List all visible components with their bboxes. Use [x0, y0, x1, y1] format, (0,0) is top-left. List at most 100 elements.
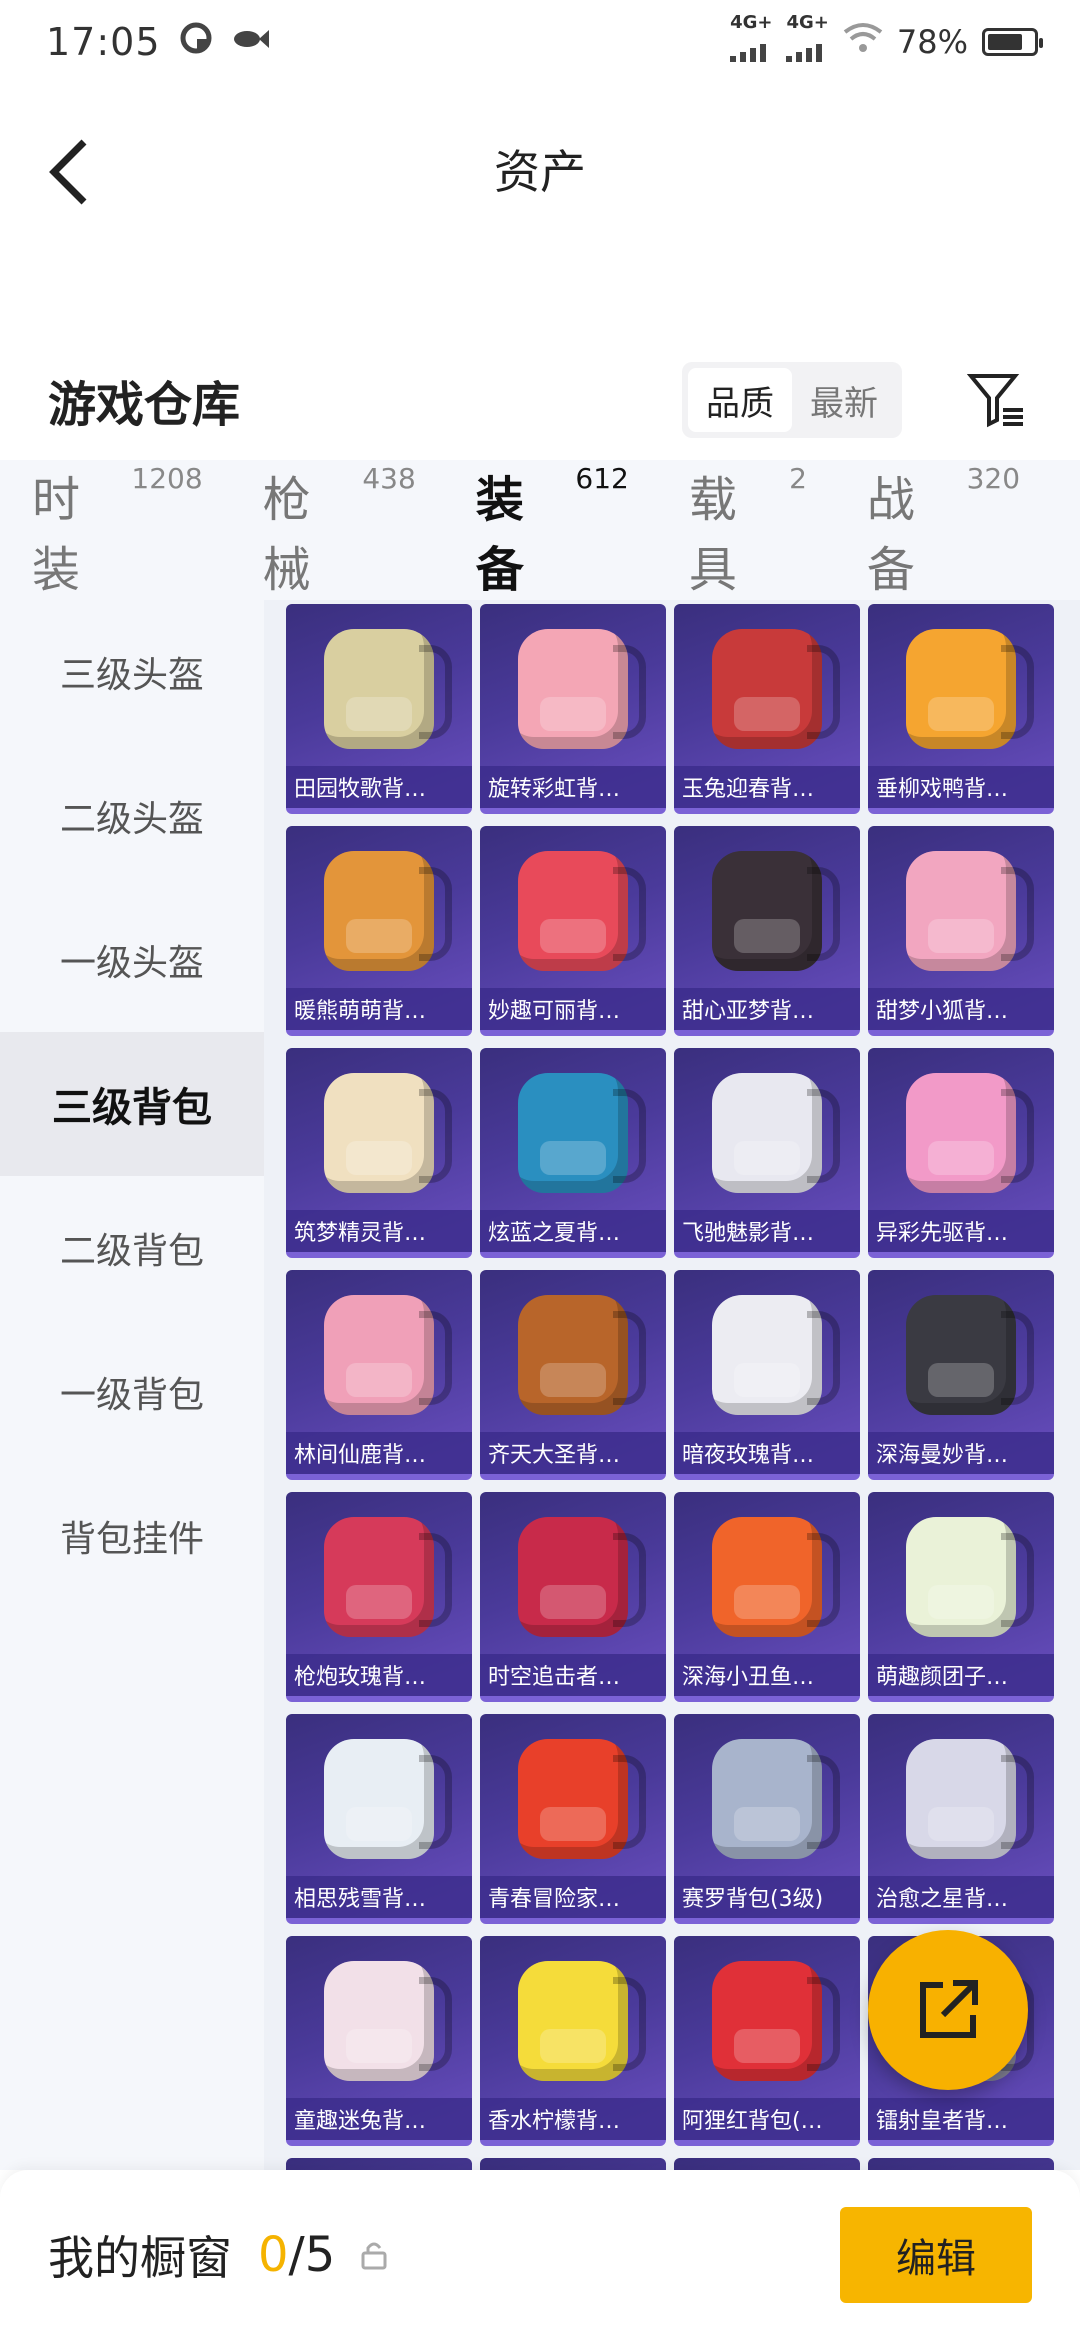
item-card[interactable]: 玉兔迎春背… [674, 604, 860, 814]
item-card[interactable]: 齐天大圣背… [480, 1270, 666, 1480]
item-thumbnail [868, 1714, 1054, 1884]
item-thumbnail [868, 1492, 1054, 1662]
chevron-left-icon [49, 139, 87, 205]
item-card[interactable]: 飞驰魅影背… [674, 1048, 860, 1258]
wifi-icon [843, 22, 883, 62]
backpack-image [518, 1961, 646, 2081]
lock-icon [361, 2240, 387, 2270]
item-card[interactable]: 旋转彩虹背… [480, 604, 666, 814]
showcase-bar: 我的橱窗 0/5 编辑 [0, 2170, 1080, 2340]
signal-indicator-2: 4G+ [786, 14, 829, 70]
item-thumbnail [286, 1936, 472, 2106]
sort-quality-option[interactable]: 品质 [688, 368, 792, 432]
item-card[interactable]: 甜梦小狐背… [868, 826, 1054, 1036]
item-thumbnail [868, 1048, 1054, 1218]
item-card[interactable]: 炫蓝之夏背… [480, 1048, 666, 1258]
item-thumbnail [674, 826, 860, 996]
item-card-partial[interactable] [286, 2158, 472, 2170]
item-card[interactable]: 甜心亚梦背… [674, 826, 860, 1036]
battery-percent: 78% [896, 23, 968, 61]
tab-guns[interactable]: 枪械 438 [263, 460, 416, 600]
sidebar-item-backpack-lv1[interactable]: 一级背包 [0, 1320, 264, 1464]
backpack-image [712, 1517, 840, 1637]
item-thumbnail [480, 1048, 666, 1218]
backpack-image [906, 629, 1034, 749]
category-tabs: 时装 1208 枪械 438 装备 612 载具 2 战备 320 [0, 460, 1080, 626]
item-card[interactable]: 林间仙鹿背… [286, 1270, 472, 1480]
item-card[interactable]: 青春冒险家… [480, 1714, 666, 1924]
backpack-image [712, 851, 840, 971]
status-time: 17:05 [46, 20, 161, 64]
item-thumbnail [674, 1048, 860, 1218]
item-thumbnail [868, 1270, 1054, 1440]
edit-button[interactable]: 编辑 [840, 2207, 1032, 2303]
item-card[interactable]: 深海曼妙背… [868, 1270, 1054, 1480]
share-button[interactable] [868, 1930, 1028, 2090]
item-thumbnail [286, 1492, 472, 1662]
sort-toggle: 品质 最新 [682, 362, 902, 438]
item-name: 甜心亚梦背… [674, 988, 860, 1030]
item-card[interactable]: 筑梦精灵背… [286, 1048, 472, 1258]
backpack-image [712, 629, 840, 749]
backpack-image [324, 1961, 452, 2081]
sidebar-item-helmet-lv3[interactable]: 三级头盔 [0, 600, 264, 744]
item-thumbnail [480, 1492, 666, 1662]
tab-equipment[interactable]: 装备 612 [476, 460, 629, 626]
backpack-image [324, 1739, 452, 1859]
item-card[interactable]: 暗夜玫瑰背… [674, 1270, 860, 1480]
item-card[interactable]: 垂柳戏鸭背… [868, 604, 1054, 814]
backpack-image [518, 1739, 646, 1859]
item-card[interactable]: 阿狸红背包(… [674, 1936, 860, 2146]
item-card[interactable]: 田园牧歌背… [286, 604, 472, 814]
tab-vehicles[interactable]: 载具 2 [689, 460, 807, 600]
tab-fashion[interactable]: 时装 1208 [32, 460, 203, 600]
item-card-partial[interactable] [480, 2158, 666, 2170]
tab-combat-gear[interactable]: 战备 320 [867, 460, 1020, 600]
sidebar-item-helmet-lv2[interactable]: 二级头盔 [0, 744, 264, 888]
backpack-image [518, 1295, 646, 1415]
item-card[interactable]: 相思残雪背… [286, 1714, 472, 1924]
item-card[interactable]: 童趣迷兔背… [286, 1936, 472, 2146]
item-card-partial[interactable] [868, 2158, 1054, 2170]
item-card[interactable]: 香水柠檬背… [480, 1936, 666, 2146]
showcase-count: 0/5 [258, 2227, 336, 2283]
item-card[interactable]: 萌趣颜团子… [868, 1492, 1054, 1702]
battery-icon [982, 28, 1043, 56]
backpack-image [518, 1073, 646, 1193]
sidebar-item-helmet-lv1[interactable]: 一级头盔 [0, 888, 264, 1032]
backpack-image [712, 1961, 840, 2081]
item-card-partial[interactable] [674, 2158, 860, 2170]
item-card[interactable]: 妙趣可丽背… [480, 826, 666, 1036]
item-name: 玉兔迎春背… [674, 766, 860, 808]
item-name: 暖熊萌萌背… [286, 988, 472, 1030]
backpack-image [712, 1739, 840, 1859]
backpack-image [906, 1073, 1034, 1193]
back-button[interactable] [38, 132, 98, 212]
item-name: 甜梦小狐背… [868, 988, 1054, 1030]
filter-button[interactable] [962, 365, 1032, 435]
item-name: 枪炮玫瑰背… [286, 1654, 472, 1696]
sort-newest-option[interactable]: 最新 [792, 368, 896, 432]
item-thumbnail [286, 1270, 472, 1440]
item-card[interactable]: 赛罗背包(3级) [674, 1714, 860, 1924]
item-card[interactable]: 治愈之星背… [868, 1714, 1054, 1924]
notification-fish-icon [231, 22, 269, 63]
item-thumbnail [480, 1270, 666, 1440]
item-name: 阿狸红背包(… [674, 2098, 860, 2140]
subcategory-sidebar: 三级头盔 二级头盔 一级头盔 三级背包 二级背包 一级背包 背包挂件 [0, 600, 264, 2170]
sidebar-item-backpack-lv2[interactable]: 二级背包 [0, 1176, 264, 1320]
item-card[interactable]: 时空追击者… [480, 1492, 666, 1702]
sidebar-item-backpack-charm[interactable]: 背包挂件 [0, 1464, 264, 1608]
item-name: 赛罗背包(3级) [674, 1876, 860, 1918]
backpack-image [518, 1517, 646, 1637]
signal-indicator-1: 4G+ [730, 14, 772, 70]
status-bar: 17:05 4G+ 4G+ 78% [0, 0, 1080, 84]
item-card[interactable]: 深海小丑鱼… [674, 1492, 860, 1702]
item-name: 林间仙鹿背… [286, 1432, 472, 1474]
sidebar-item-backpack-lv3[interactable]: 三级背包 [0, 1032, 264, 1176]
item-card[interactable]: 暖熊萌萌背… [286, 826, 472, 1036]
item-card[interactable]: 枪炮玫瑰背… [286, 1492, 472, 1702]
item-card[interactable]: 异彩先驱背… [868, 1048, 1054, 1258]
share-external-icon [920, 1980, 978, 2038]
item-thumbnail [868, 604, 1054, 774]
